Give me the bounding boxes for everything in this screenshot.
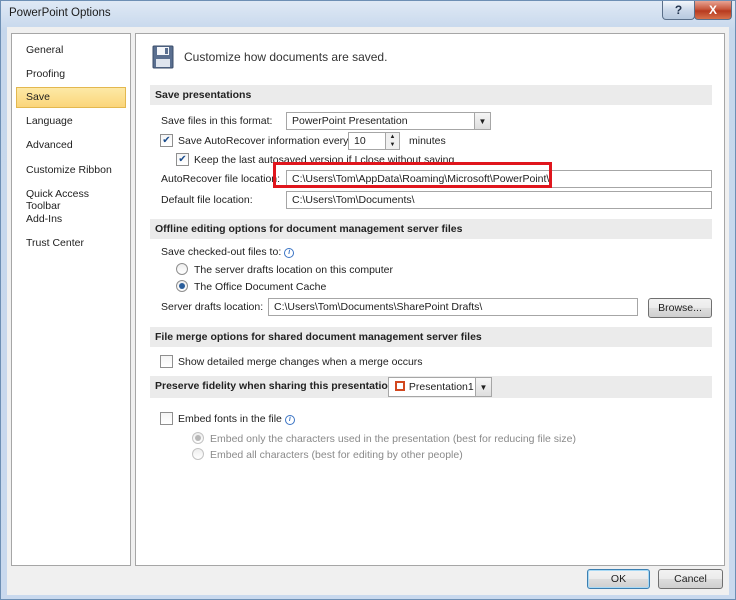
title-bar[interactable]: PowerPoint Options ? X: [1, 1, 735, 27]
show-merge-label: Show detailed merge changes when a merge…: [178, 356, 423, 368]
server-drafts-radio[interactable]: [176, 263, 188, 275]
nav-item-advanced[interactable]: Advanced: [16, 135, 126, 156]
drafts-location-label: Server drafts location:: [161, 301, 264, 313]
default-location-label: Default file location:: [161, 194, 253, 206]
section-file-merge: File merge options for shared document m…: [150, 327, 712, 347]
format-label: Save files in this format:: [161, 115, 273, 127]
highlight-annotation: [273, 162, 552, 188]
office-cache-radio[interactable]: [176, 280, 188, 292]
nav-item-proofing[interactable]: Proofing: [16, 64, 126, 85]
show-merge-checkbox[interactable]: [160, 355, 173, 368]
nav-item-save[interactable]: Save: [16, 87, 126, 108]
default-location-input[interactable]: C:\Users\Tom\Documents\: [286, 191, 712, 209]
info-icon: i: [284, 414, 295, 425]
category-nav: General Proofing Save Language Advanced …: [11, 33, 131, 566]
drafts-location-input[interactable]: C:\Users\Tom\Documents\SharePoint Drafts…: [268, 298, 638, 316]
nav-item-quick-access-toolbar[interactable]: Quick Access Toolbar: [16, 184, 126, 212]
embed-only-radio[interactable]: [192, 432, 204, 444]
floppy-disk-icon: [152, 45, 174, 69]
presentation-file-icon: [395, 381, 405, 391]
ok-button[interactable]: OK: [587, 569, 650, 589]
autorecover-label: Save AutoRecover information every: [178, 135, 349, 147]
chevron-down-icon: ▼: [475, 378, 491, 396]
server-drafts-option-label: The server drafts location on this compu…: [194, 264, 394, 276]
browse-button[interactable]: Browse...: [648, 298, 712, 318]
embed-all-label: Embed all characters (best for editing b…: [210, 449, 463, 461]
autorecover-minutes-stepper[interactable]: 10 ▲ ▼: [348, 132, 400, 150]
autorecover-location-label: AutoRecover file location:: [161, 173, 281, 185]
autorecover-checkbox[interactable]: ✔: [160, 134, 173, 147]
format-select[interactable]: PowerPoint Presentation ▼: [286, 112, 491, 130]
chevron-down-icon: ▼: [474, 113, 490, 129]
window-title: PowerPoint Options: [9, 7, 111, 19]
close-button[interactable]: X: [694, 1, 732, 20]
info-icon: i: [284, 247, 295, 258]
checked-out-label: Save checked-out files to: i: [161, 246, 295, 258]
panel-header: Customize how documents are saved.: [152, 44, 387, 70]
presentation-select[interactable]: Presentation1 ▼: [388, 377, 492, 397]
embed-fonts-label: Embed fonts in the file i: [178, 413, 295, 425]
help-button[interactable]: ?: [662, 1, 695, 20]
stepper-arrows-icon[interactable]: ▲ ▼: [385, 133, 399, 149]
nav-item-trust-center[interactable]: Trust Center: [16, 233, 126, 254]
nav-item-customize-ribbon[interactable]: Customize Ribbon: [16, 160, 126, 181]
minutes-label: minutes: [409, 135, 446, 147]
nav-item-general[interactable]: General: [16, 40, 126, 61]
office-cache-option-label: The Office Document Cache: [194, 281, 327, 293]
nav-item-language[interactable]: Language: [16, 111, 126, 132]
save-settings-panel: Customize how documents are saved. Save …: [135, 33, 725, 566]
embed-only-label: Embed only the characters used in the pr…: [210, 433, 576, 445]
section-offline-editing: Offline editing options for document man…: [150, 219, 712, 239]
section-save-presentations: Save presentations: [150, 85, 712, 105]
help-icon: ?: [674, 3, 683, 17]
embed-fonts-checkbox[interactable]: [160, 412, 173, 425]
embed-all-radio[interactable]: [192, 448, 204, 460]
autorecover-minutes-value: 10: [354, 135, 366, 147]
keep-last-checkbox[interactable]: ✔: [176, 153, 189, 166]
close-icon: X: [708, 3, 717, 17]
fidelity-heading: Preserve fidelity when sharing this pres…: [155, 380, 398, 392]
cancel-button[interactable]: Cancel: [658, 569, 723, 589]
dialog-client-area: General Proofing Save Language Advanced …: [7, 27, 729, 595]
options-window: PowerPoint Options ? X General Proofing …: [0, 0, 736, 600]
presentation-value: Presentation1: [408, 381, 474, 393]
panel-heading: Customize how documents are saved.: [184, 50, 388, 64]
format-value: PowerPoint Presentation: [292, 115, 408, 127]
nav-item-add-ins[interactable]: Add-Ins: [16, 209, 126, 230]
